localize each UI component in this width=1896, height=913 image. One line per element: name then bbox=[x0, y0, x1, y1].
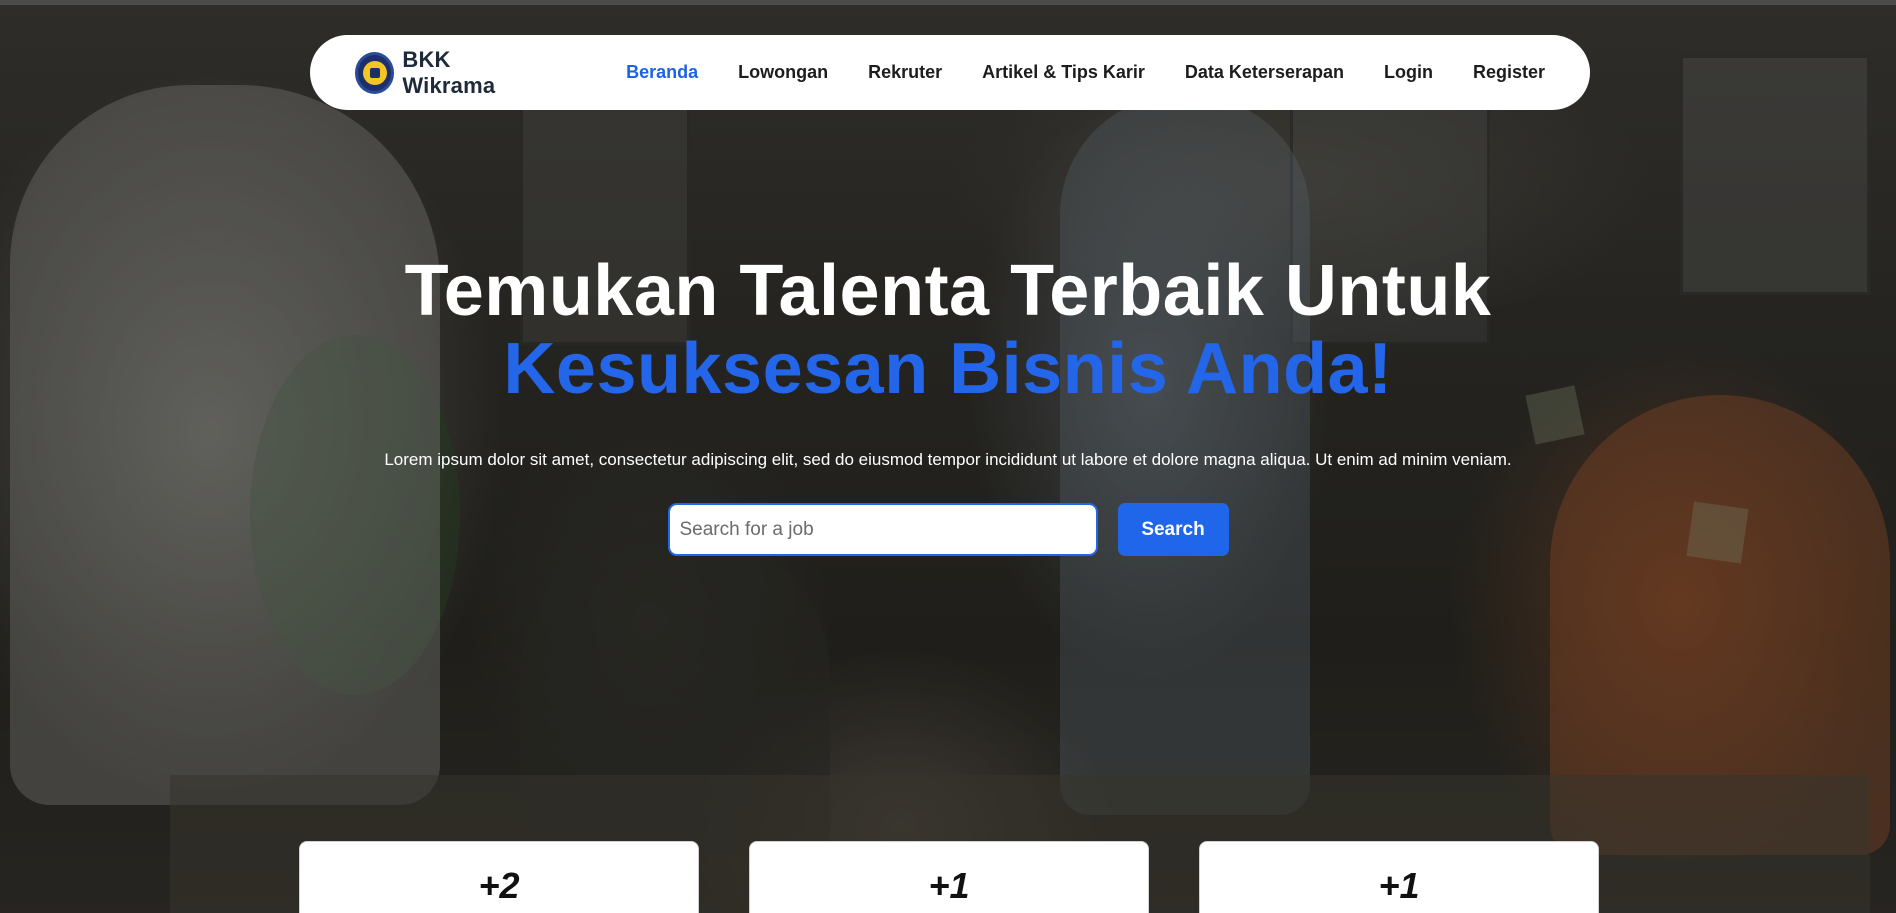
job-search-form: Search bbox=[0, 503, 1896, 556]
stat-card: +1 bbox=[1199, 841, 1599, 913]
nav-item-artikel-tips-karir[interactable]: Artikel & Tips Karir bbox=[982, 62, 1145, 83]
brand-name: BKK Wikrama bbox=[402, 46, 496, 98]
hero-title-line1: Temukan Talenta Terbaik Untuk bbox=[404, 251, 1492, 331]
nav-item-data-keterserapan[interactable]: Data Keterserapan bbox=[1185, 62, 1344, 83]
nav-item-register[interactable]: Register bbox=[1473, 62, 1545, 83]
nav-item-lowongan[interactable]: Lowongan bbox=[738, 62, 828, 83]
nav-item-login[interactable]: Login bbox=[1384, 62, 1433, 83]
search-button-label: Search bbox=[1141, 518, 1205, 540]
stat-value: +2 bbox=[478, 865, 520, 906]
hero-description: Lorem ipsum dolor sit amet, consectetur … bbox=[384, 450, 1512, 469]
search-button[interactable]: Search bbox=[1117, 503, 1229, 556]
hero-title-line2: Kesuksesan Bisnis Anda! bbox=[503, 329, 1393, 409]
stat-value: +1 bbox=[928, 865, 970, 906]
stat-card: +2 bbox=[299, 841, 699, 913]
school-emblem-icon bbox=[355, 51, 395, 94]
stat-card: +1 bbox=[749, 841, 1149, 913]
main-navbar: BKK Wikrama Beranda Lowongan Rekruter Ar… bbox=[310, 35, 1590, 110]
nav-item-rekruter[interactable]: Rekruter bbox=[868, 62, 942, 83]
hero-title: Temukan Talenta Terbaik Untuk Kesuksesan… bbox=[0, 252, 1896, 408]
stat-value: +1 bbox=[1378, 865, 1420, 906]
nav-item-beranda[interactable]: Beranda bbox=[626, 62, 698, 83]
brand-home-link[interactable]: BKK Wikrama bbox=[355, 47, 539, 99]
job-search-input[interactable] bbox=[667, 503, 1098, 556]
nav-links: Beranda Lowongan Rekruter Artikel & Tips… bbox=[626, 62, 1545, 83]
stats-section: +2 +1 +1 bbox=[299, 841, 1599, 913]
emblem-center bbox=[362, 60, 387, 85]
emblem-mark bbox=[369, 67, 380, 78]
